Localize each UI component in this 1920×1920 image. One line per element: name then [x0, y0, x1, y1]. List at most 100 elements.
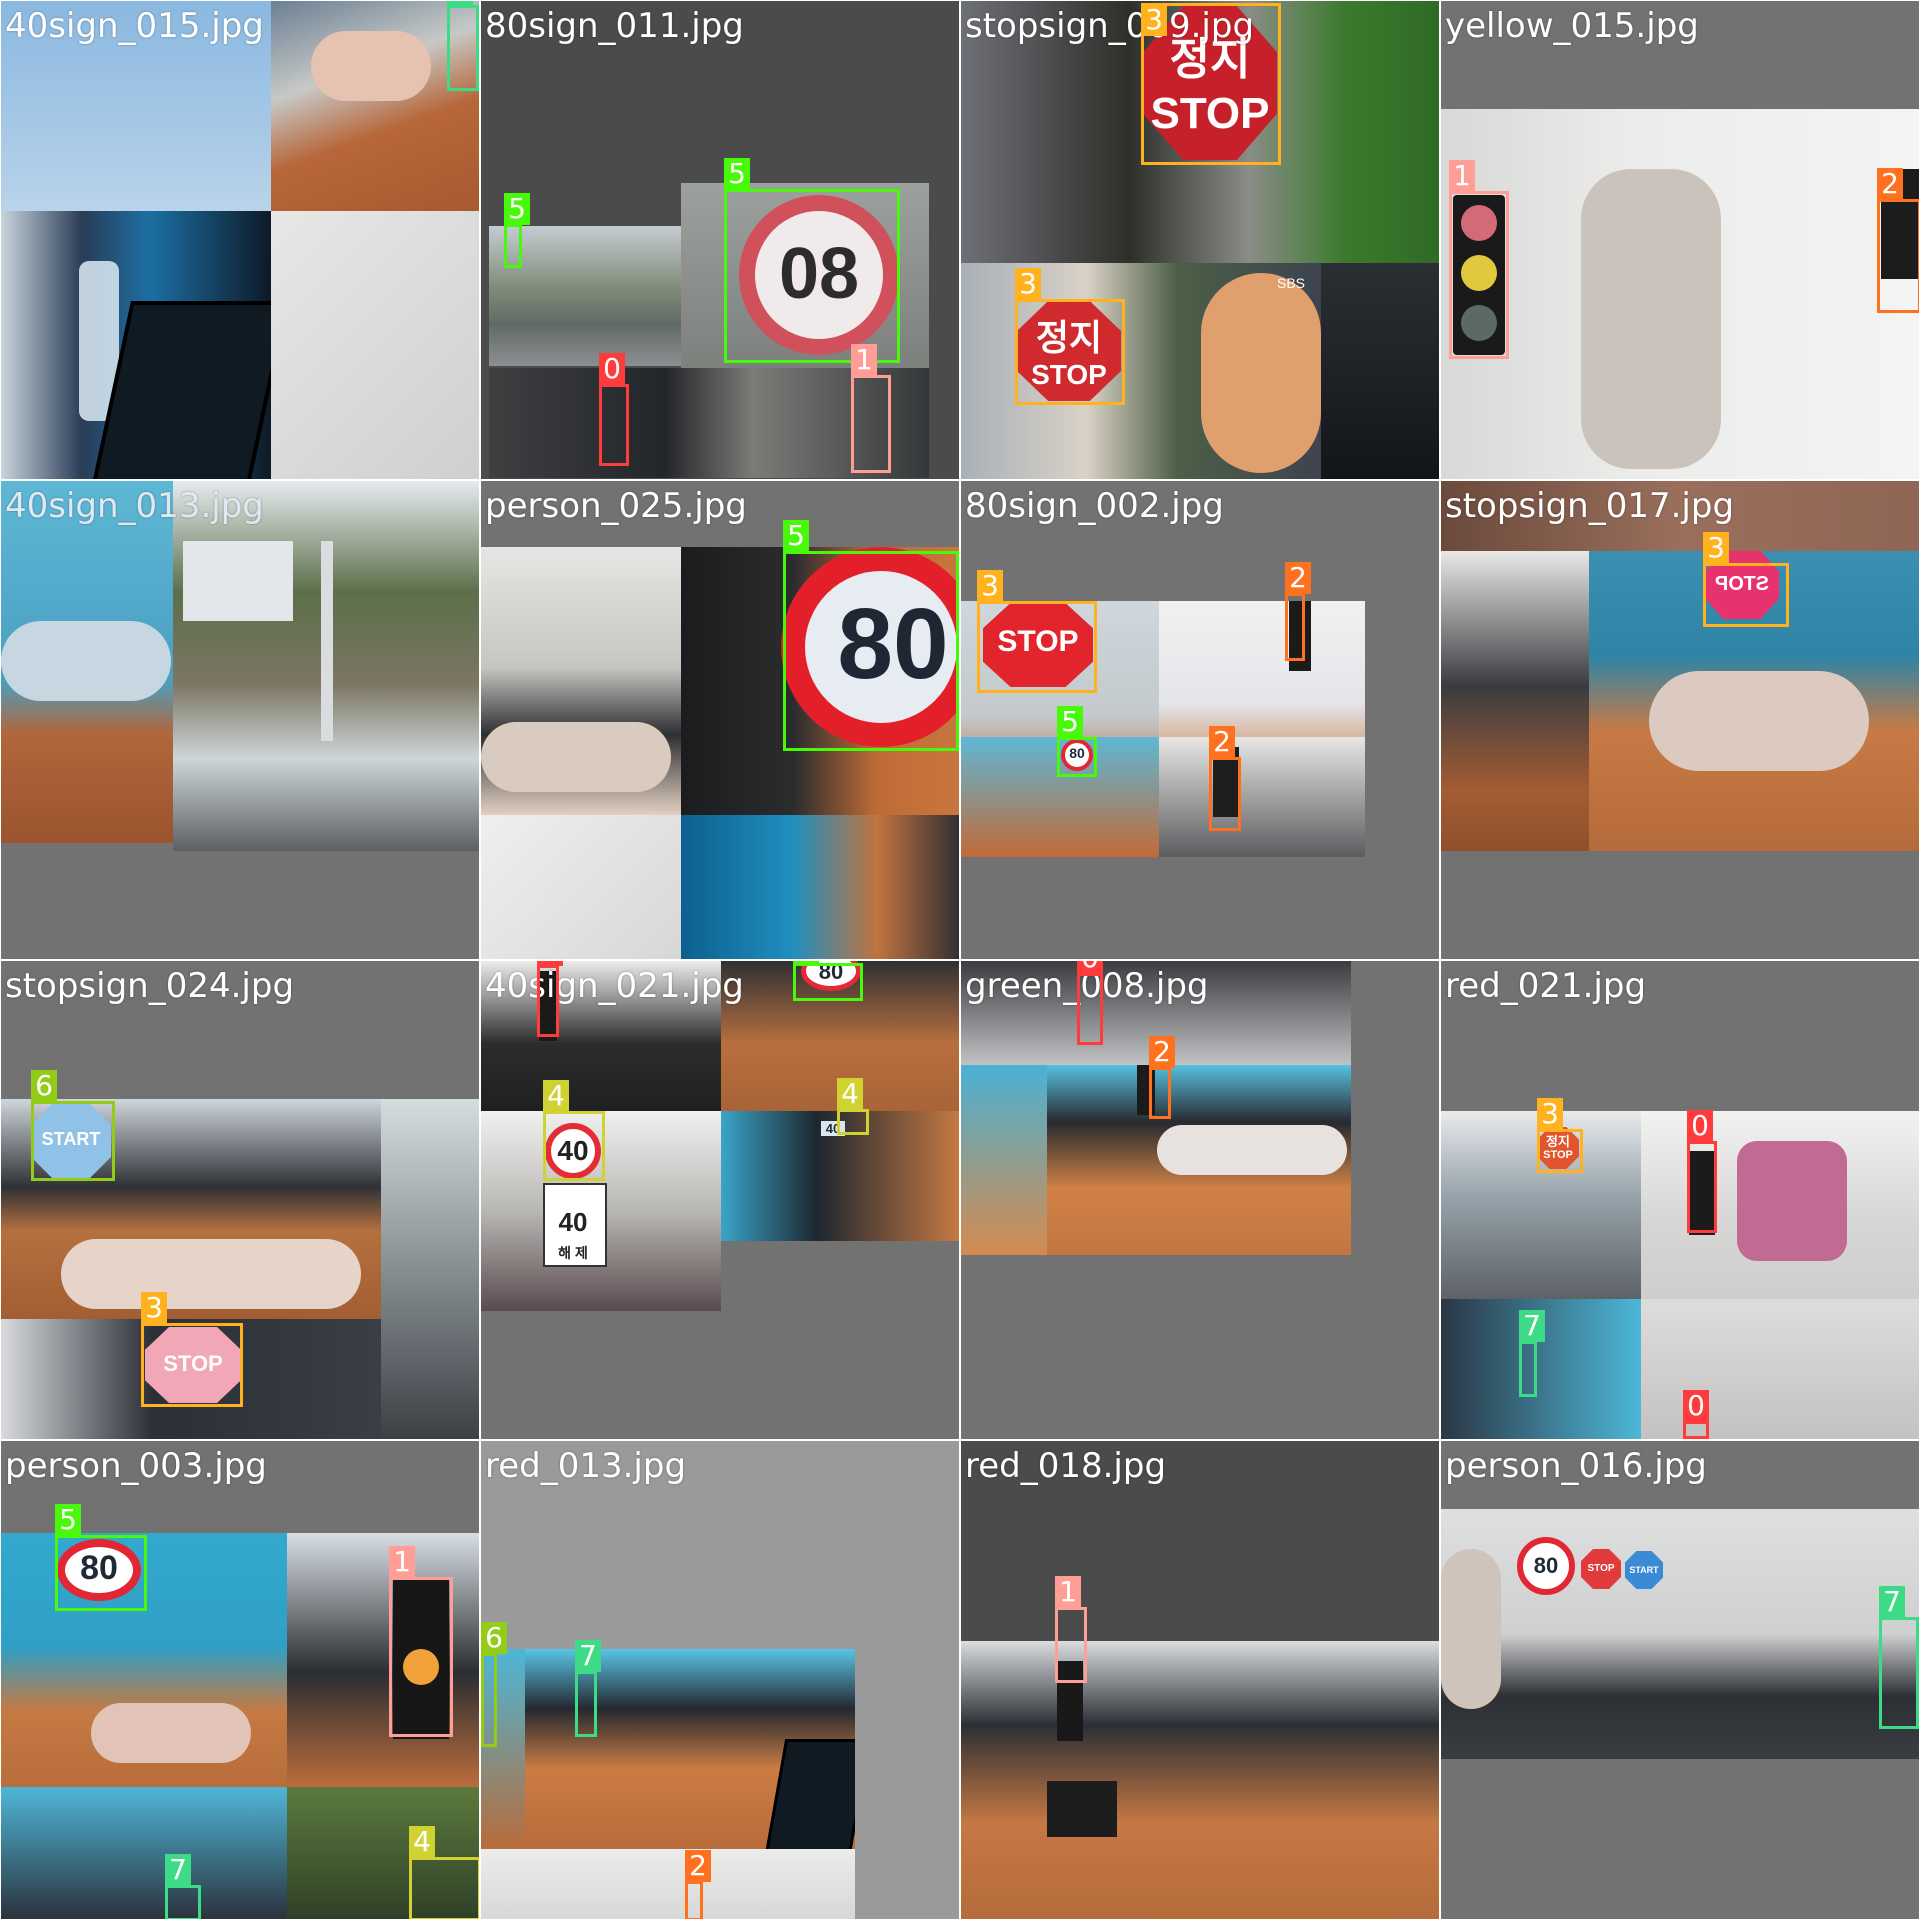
- bbox-label: 5: [793, 961, 819, 964]
- hand-shape: [311, 31, 431, 101]
- bbox-label: 7: [575, 1640, 601, 1672]
- face-shape: [1201, 273, 1321, 473]
- tile-filename: 40sign_015.jpg: [5, 6, 264, 46]
- arm-shape: [481, 722, 671, 792]
- tile-green-008: green_008.jpg 0 2: [960, 960, 1440, 1440]
- bbox-label: 2: [1877, 168, 1903, 200]
- bbox-label: 5: [504, 193, 530, 225]
- tile-80sign-011: 08 80sign_011.jpg 5 5 0 1: [480, 0, 960, 480]
- bbox-label: 0: [1077, 961, 1103, 974]
- bbox-label: 5: [724, 158, 750, 190]
- photo-traffic-light-white: [1159, 737, 1365, 857]
- tile-filename: red_013.jpg: [485, 1446, 687, 1486]
- pole-shape: [321, 541, 333, 741]
- bbox-class-3: 3: [1537, 1098, 1583, 1173]
- sign-gantry: [183, 541, 293, 621]
- bbox-label: 0: [1687, 1110, 1713, 1142]
- bbox-class-2: 2: [1877, 168, 1919, 313]
- bbox-class-5: 5: [55, 1504, 147, 1611]
- chair-shape: [1737, 1141, 1847, 1261]
- bbox-class-4: 4: [543, 1080, 605, 1181]
- bbox-label: 3: [977, 570, 1003, 602]
- bbox-label: 3: [141, 1292, 167, 1324]
- tile-filename: person_016.jpg: [1445, 1446, 1707, 1486]
- tile-person-003: 80 person_003.jpg 5 1 7 4: [0, 1440, 480, 1920]
- bbox-label: 2: [1285, 562, 1311, 594]
- bbox-label: 1: [1449, 160, 1475, 192]
- photo-shelf-bottom: [1, 1787, 287, 1919]
- bbox-class-2: 2: [1209, 726, 1241, 831]
- tile-stopsign-024: START STOP stopsign_024.jpg 6 3: [0, 960, 480, 1440]
- tile-filename: 80sign_002.jpg: [965, 486, 1224, 526]
- bbox-class-7: 7: [1879, 1586, 1919, 1729]
- tile-40sign-021: 80 40 40 해 제 40 40sign_021.jpg 0 5 4 4: [480, 960, 960, 1440]
- bbox-class-5: 5: [504, 193, 530, 268]
- tile-40sign-015: 40sign_015.jpg 7: [0, 0, 480, 480]
- tile-yellow-015: yellow_015.jpg 1 2: [1440, 0, 1920, 480]
- photo-sign-stand: 80 STOP START: [1441, 1509, 1919, 1759]
- bbox-class-2: 2: [1285, 562, 1311, 661]
- bbox-class-7: 7: [447, 1, 479, 91]
- sign-text: 40: [558, 1207, 588, 1237]
- sign-text: 80: [1533, 1553, 1559, 1578]
- photo-highway-mountain: [173, 481, 479, 851]
- photo-white-fabric: [481, 1849, 855, 1919]
- sign-text-stop: STOP: [1587, 1563, 1615, 1574]
- photo-white-fabric: [271, 211, 479, 479]
- bbox-class-2: 2: [1149, 1036, 1175, 1119]
- photo-dark-monitor: [1321, 263, 1439, 479]
- bbox-label: 2: [685, 1850, 711, 1882]
- tile-filename: red_021.jpg: [1445, 966, 1647, 1006]
- tile-filename: yellow_015.jpg: [1445, 6, 1699, 46]
- bbox-label: 0: [1683, 1390, 1709, 1422]
- tile-filename: stopsign_024.jpg: [5, 966, 295, 1006]
- bbox-class-0: 0: [537, 961, 563, 1037]
- bbox-class-0: 0: [599, 353, 629, 466]
- tile-filename: person_025.jpg: [485, 486, 747, 526]
- detection-mosaic: 40sign_015.jpg 7 08 80sign_011.jpg 5 5 0…: [0, 0, 1920, 1920]
- bbox-label: 4: [409, 1826, 435, 1858]
- bbox-class-3: 3: [1703, 532, 1789, 627]
- bbox-class-3: 3: [1141, 3, 1281, 165]
- tile-filename: 80sign_011.jpg: [485, 6, 744, 46]
- arm-shape: [1581, 169, 1721, 469]
- bbox-label: 2: [1149, 1036, 1175, 1068]
- arm-shape: [1441, 1549, 1501, 1709]
- bbox-class-7: 7: [575, 1640, 601, 1737]
- bbox-label: 3: [1141, 4, 1167, 36]
- bbox-class-6: 6: [481, 1622, 507, 1747]
- bbox-label: 5: [1057, 706, 1083, 738]
- tile-person-025: 80 person_025.jpg 5: [480, 480, 960, 960]
- bbox-label: 3: [1703, 532, 1729, 564]
- bbox-class-5: 5: [783, 520, 959, 751]
- bbox-label: 7: [1519, 1310, 1545, 1342]
- tile-filename: stopsign_017.jpg: [1445, 486, 1735, 526]
- bbox-label: 7: [165, 1854, 191, 1886]
- tile-red-021: 정지 STOP red_021.jpg 3 0 7 0: [1440, 960, 1920, 1440]
- tile-filename: 40sign_021.jpg: [485, 966, 744, 1006]
- bbox-label: 6: [31, 1070, 57, 1102]
- hand-shape: [91, 1703, 251, 1763]
- tablet-shape: [764, 1739, 855, 1849]
- bbox-label: 3: [1015, 268, 1041, 300]
- bbox-label: 4: [543, 1080, 569, 1112]
- bbox-class-0: 0: [1683, 1390, 1709, 1439]
- bbox-class-4: 4: [409, 1826, 479, 1919]
- tile-stopsign-017: STOP stopsign_017.jpg 3: [1440, 480, 1920, 960]
- bbox-class-3: 3: [977, 570, 1097, 693]
- sign-text-korean: 해 제: [558, 1245, 588, 1261]
- photo-desk-left: [961, 1065, 1047, 1255]
- photo-bookshelf: [1, 211, 271, 479]
- bbox-class-4: 4: [837, 1078, 869, 1135]
- bbox-class-3: 3: [141, 1292, 243, 1407]
- sign-text-start: START: [1629, 1565, 1659, 1575]
- bbox-class-3: 3: [1015, 268, 1125, 405]
- tile-filename: 40sign_013.jpg: [5, 486, 264, 526]
- bbox-class-7: 7: [1519, 1310, 1545, 1397]
- bbox-label: 7: [1879, 1586, 1905, 1618]
- photo-yellow-light: [1441, 109, 1919, 479]
- bbox-class-1: 1: [851, 344, 891, 473]
- tile-person-016: 80 STOP START person_016.jpg 7: [1440, 1440, 1920, 1920]
- light-base: [1047, 1781, 1117, 1837]
- bbox-class-0: 0: [1687, 1110, 1717, 1233]
